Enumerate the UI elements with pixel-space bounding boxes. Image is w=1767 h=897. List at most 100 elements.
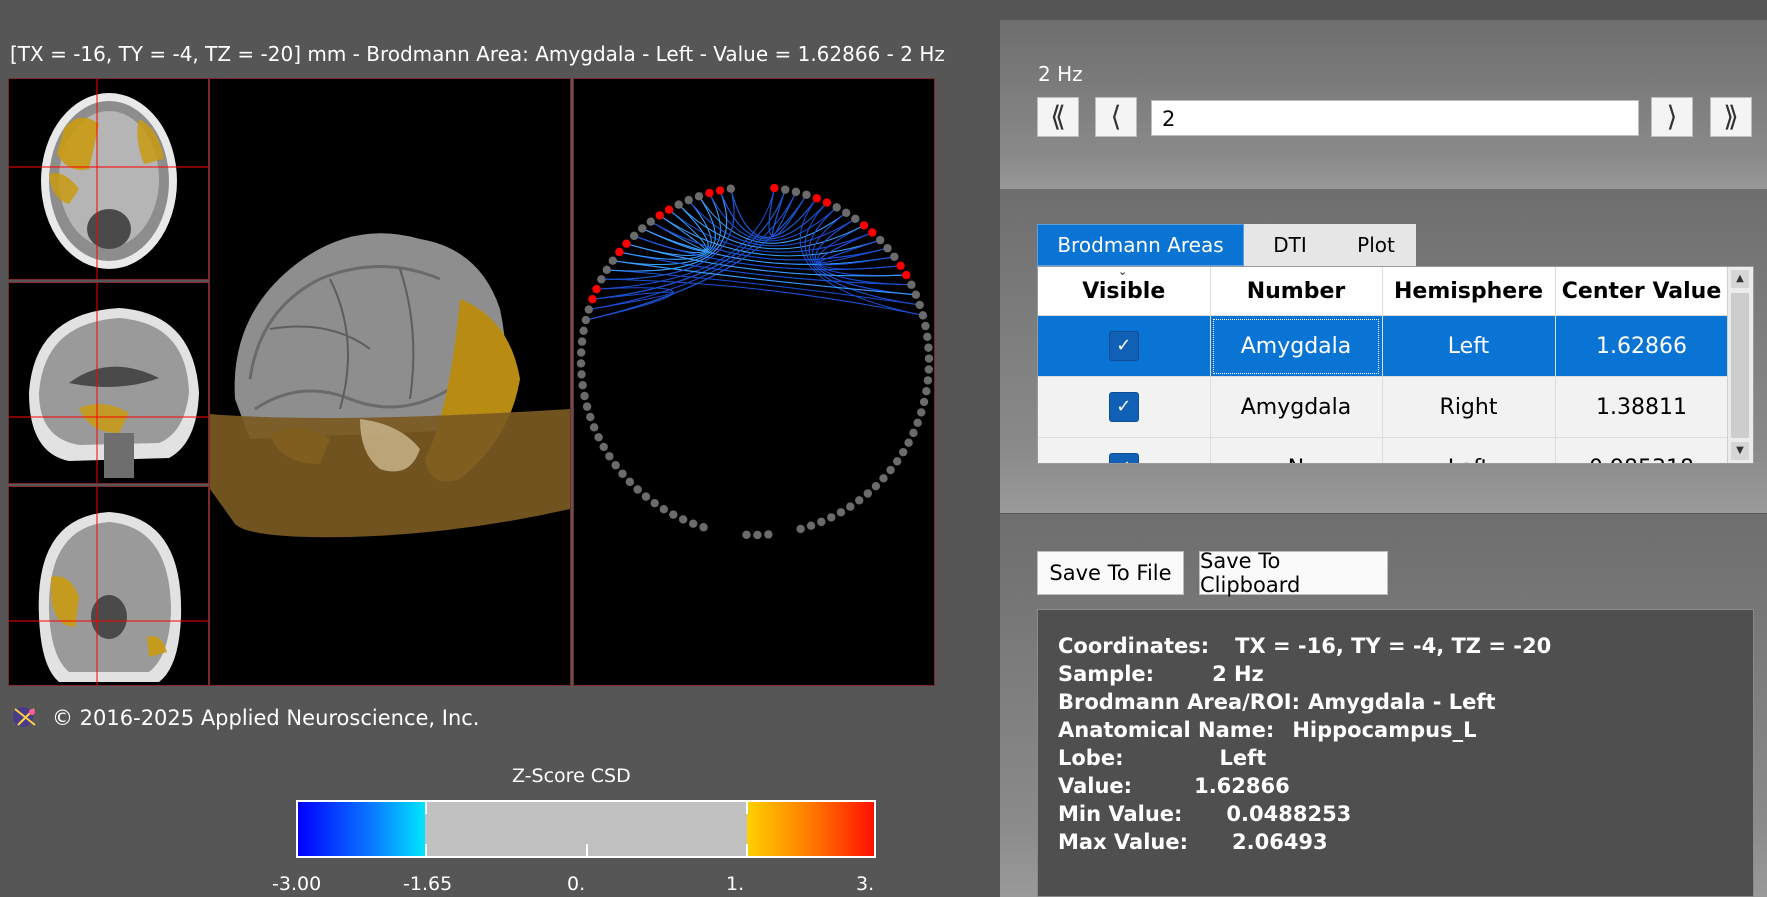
electrode-node [753, 530, 762, 540]
electrode-node [638, 224, 647, 233]
first-frequency-button[interactable]: ⟪ [1037, 97, 1079, 137]
info-label: Sample: [1058, 662, 1155, 686]
electrode-node [875, 235, 885, 245]
scroll-down-icon[interactable]: ▼ [1731, 442, 1749, 460]
info-label: Coordinates: [1058, 634, 1210, 658]
value-cell[interactable]: 1.62866 [1555, 315, 1729, 377]
electrode-node [806, 521, 816, 530]
electrode-node [611, 461, 620, 470]
info-max-value: Max Value: 2.06493 [1058, 830, 1328, 854]
tab-plot[interactable]: Plot [1336, 224, 1416, 266]
column-header-number[interactable]: Number [1210, 267, 1383, 316]
number-cell[interactable]: Amygdala [1210, 376, 1383, 438]
electrode-node [871, 481, 881, 491]
electrode-node [904, 438, 913, 447]
table-row[interactable]: ✓ Amygdala Right 1.38811 [1038, 376, 1729, 438]
last-frequency-button[interactable]: ⟫ [1710, 97, 1752, 137]
electrode-node [650, 498, 659, 508]
info-label: Anatomical Name: [1058, 718, 1275, 742]
info-brodmann-area: Brodmann Area/ROI: Amygdala - Left [1058, 690, 1496, 714]
electrode-node [664, 205, 674, 214]
column-header-hemisphere[interactable]: Hemisphere [1382, 267, 1556, 316]
info-value: 2 Hz [1212, 662, 1264, 686]
electrode-node [586, 412, 595, 422]
electrode-node [699, 523, 708, 532]
hemisphere-cell[interactable]: Left [1382, 315, 1556, 377]
colorbar-tick [746, 844, 748, 856]
electrode-node [924, 354, 934, 363]
column-header-visible[interactable]: ⌄ Visible [1038, 267, 1211, 316]
column-header-center-value[interactable]: Center Value [1555, 267, 1729, 316]
electrode-node [863, 489, 872, 498]
previous-frequency-button[interactable]: ⟨ [1095, 97, 1137, 137]
electrode-node [827, 513, 836, 522]
value-cell[interactable]: 1.38811 [1555, 376, 1729, 438]
electrode-node [836, 508, 846, 517]
chevron-right-icon: ⟩ [1666, 100, 1678, 133]
electrode-node [694, 192, 704, 201]
electrode-node [886, 465, 895, 475]
checkbox-checked-icon[interactable]: ✓ [1108, 392, 1139, 422]
tab-dti[interactable]: DTI [1244, 224, 1336, 266]
colorbar-tick-label: -1.65 [403, 873, 453, 895]
company-logo [10, 703, 40, 731]
electrode-node [913, 418, 922, 427]
tab-brodmann-areas[interactable]: Brodmann Areas [1037, 224, 1244, 266]
electrode-node [588, 295, 597, 304]
electrode-node [846, 502, 855, 511]
table-row[interactable]: ✓ Amygdala Left 1.62866 [1038, 315, 1729, 377]
sagittal-slice-view[interactable] [8, 282, 209, 484]
electrode-node [678, 515, 688, 524]
colorbar [296, 800, 876, 858]
brodmann-table: ⌄ Visible Number Hemisphere Center Value… [1037, 266, 1754, 464]
scrollbar-thumb[interactable] [1731, 293, 1749, 438]
visible-cell[interactable]: ✓ [1038, 315, 1211, 377]
next-frequency-button[interactable]: ⟩ [1651, 97, 1693, 137]
electrode-node [684, 195, 693, 205]
electrode-node [599, 442, 608, 452]
electrode-node [582, 402, 592, 411]
electrode-node [608, 256, 618, 265]
checkbox-checked-icon[interactable]: ✓ [1108, 331, 1139, 361]
electrode-node [855, 496, 864, 505]
info-anatomical-name: Anatomical Name: Hippocampus_L [1058, 718, 1476, 742]
electrode-node [577, 348, 586, 357]
brain-3d-view[interactable] [209, 78, 571, 686]
hemisphere-cell[interactable]: Right [1382, 376, 1556, 438]
electrode-node [655, 211, 664, 220]
info-sample: Sample: 2 Hz [1058, 662, 1264, 686]
number-cell[interactable]: N [1210, 437, 1383, 463]
visible-cell[interactable]: ✓ [1038, 437, 1211, 463]
save-to-file-button[interactable]: Save To File [1037, 551, 1184, 595]
colorbar-tick-label: -3.00 [272, 873, 322, 895]
coronal-slice-view[interactable] [8, 486, 209, 686]
info-label: Brodmann Area/ROI: [1058, 690, 1301, 714]
checkbox-checked-icon[interactable]: ✓ [1108, 453, 1139, 463]
table-scrollbar[interactable]: ▲ ▼ [1727, 267, 1753, 463]
info-lobe: Lobe: Left [1058, 746, 1266, 770]
electrode-node [581, 315, 591, 325]
connectivity-circle-view[interactable] [573, 78, 935, 686]
electrode-node [899, 447, 908, 457]
electrode-node [911, 290, 921, 299]
info-value: Amygdala - Left [1308, 690, 1496, 714]
value-cell[interactable]: 0.985318 [1555, 437, 1729, 463]
table-row[interactable]: ✓ N Left 0.985318 [1038, 437, 1729, 463]
visible-cell[interactable]: ✓ [1038, 376, 1211, 438]
location-readout: [TX = -16, TY = -4, TZ = -20] mm - Brodm… [10, 42, 945, 66]
save-to-clipboard-button[interactable]: Save To Clipboard [1199, 549, 1388, 597]
frequency-input[interactable]: 2 [1151, 100, 1639, 136]
info-coordinates: Coordinates: TX = -16, TY = -4, TZ = -20 [1058, 634, 1551, 658]
axial-slice-view[interactable] [8, 78, 209, 280]
electrode-node [832, 203, 841, 212]
electrode-node [924, 343, 933, 352]
electrode-node [923, 332, 932, 341]
electrode-node [629, 231, 639, 241]
electrode-node [841, 208, 851, 217]
electrode-node [618, 469, 627, 478]
electrode-node [919, 397, 929, 407]
number-cell[interactable]: Amygdala [1210, 315, 1383, 377]
hemisphere-cell[interactable]: Left [1382, 437, 1556, 463]
scroll-up-icon[interactable]: ▲ [1731, 270, 1749, 288]
info-value: TX = -16, TY = -4, TZ = -20 [1235, 634, 1552, 658]
